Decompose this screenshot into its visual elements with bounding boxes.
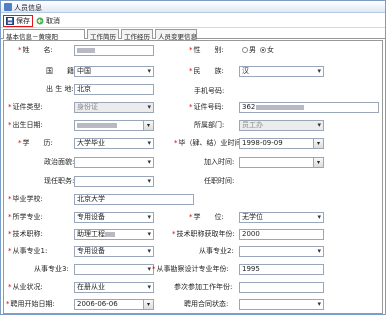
political-label: 政治面貌: [44,158,75,166]
political-select[interactable] [74,157,154,168]
birthplace-field[interactable]: 北京 [74,84,154,95]
save-icon [6,17,14,25]
employment-status-label: *从业状况: [8,283,43,291]
tech-title-time-field[interactable]: 2000 [239,229,324,240]
save-label: 保存 [16,17,30,25]
name-label: *姓 名: [18,46,53,54]
birthdate-label: *出生日期: [8,121,43,129]
department-label: 所属部门: [194,121,225,129]
pro-major1-label: *从事专业1: [8,247,48,255]
tech-title-label: *技术职称: [8,230,43,238]
work-start-field[interactable] [239,282,324,293]
tech-title-time-label: *技术职称获取年份: [172,230,235,238]
birthplace-label: 出 生 地: [46,85,74,93]
join-time-field[interactable]: ▾ [239,157,324,168]
id-type-label: *证件类型: [8,103,43,111]
tab-strip: 基本信息－黄晓阳 工作简历 工作经历 人员变更信息 [1,29,385,41]
id-type-select[interactable]: 身份证 [74,102,154,113]
window-title: 人员信息 [14,4,42,12]
name-field[interactable] [74,45,154,56]
save-button[interactable]: 保存 [3,15,33,27]
current-position-label: 现任职务: [44,177,75,185]
ethnicity-label: *民 族: [189,67,224,75]
design-time-field[interactable]: 1995 [239,264,324,275]
graduation-time-field[interactable]: 1998-09-09 ▾ [239,138,324,149]
gender-female-radio[interactable]: 女 [260,46,274,55]
join-time-label: 加入时间: [204,158,235,166]
employ-status-label: 聘用合同状态: [184,300,229,308]
graduation-time-label: *毕（肄、结）业时间: [174,139,244,147]
major-label: *所学专业: [8,213,43,221]
mobile-label: 手机号码: [194,87,225,95]
pro-major2-select[interactable] [239,246,324,257]
tab-basic-info[interactable]: 基本信息－黄晓阳 [3,29,85,41]
pro-major1-select[interactable]: 专用设备 [74,246,154,257]
id-number-label: *证件号码: [189,103,224,111]
school-field[interactable]: 北京大学 [74,194,194,205]
pro-major3-label: 从事专业3: [34,265,69,273]
person-info-window: 人员信息 保存 取消 基本信息－黄晓阳 工作简历 工作经历 人员变更信息 *姓 … [0,0,386,315]
tech-title-select[interactable]: 助理工程 [74,229,154,240]
cancel-button[interactable]: 取消 [34,15,62,27]
nationality-select[interactable]: 中国 [74,66,154,77]
degree-select[interactable]: 无学位 [239,212,324,223]
gender-male-radio[interactable]: 男 [242,46,256,55]
window-icon [4,3,12,11]
nationality-label: 国 籍: [46,67,77,75]
cancel-label: 取消 [46,17,60,25]
work-start-label: 参次参加工作年份: [174,283,233,291]
employment-status-select[interactable]: 在册从业 [74,282,154,293]
employ-start-field[interactable]: 2006-06-06 ▾ [74,299,154,310]
pro-major2-label: 从事专业2: [199,247,234,255]
tab-change-info[interactable]: 人员变更信息 [155,29,197,41]
education-select[interactable]: 大学毕业 [74,138,154,149]
ethnicity-select[interactable]: 汉 [239,66,324,77]
department-select[interactable]: 员工办 [239,120,324,131]
education-label: *学 历: [18,139,53,147]
id-number-field[interactable]: 362 [239,102,379,113]
school-label: *毕业学校: [8,195,43,203]
current-position-select[interactable] [74,176,154,187]
employ-status-select[interactable] [239,299,324,310]
design-time-label: *从事勘察设计专业年份: [152,265,229,273]
pro-major3-select[interactable] [74,264,154,275]
cancel-icon [36,17,44,25]
basic-info-panel: *姓 名: *性 别: 男 女 国 籍: 中国 *民 族: 汉 出 生 地: 北… [3,40,383,314]
major-select[interactable]: 专用设备 [74,212,154,223]
title-bar: 人员信息 [1,1,385,13]
tab-resume[interactable]: 工作简历 [87,29,119,41]
appointment-time-label: 任职时间: [204,177,235,185]
gender-label: *性 别: [189,46,224,54]
birthdate-field[interactable]: ▾ [74,120,154,131]
employ-start-label: *聘用开始日期: [6,300,55,308]
toolbar: 保存 取消 [1,14,385,28]
degree-label: *学 位: [189,213,224,221]
tab-work-history[interactable]: 工作经历 [121,29,153,41]
